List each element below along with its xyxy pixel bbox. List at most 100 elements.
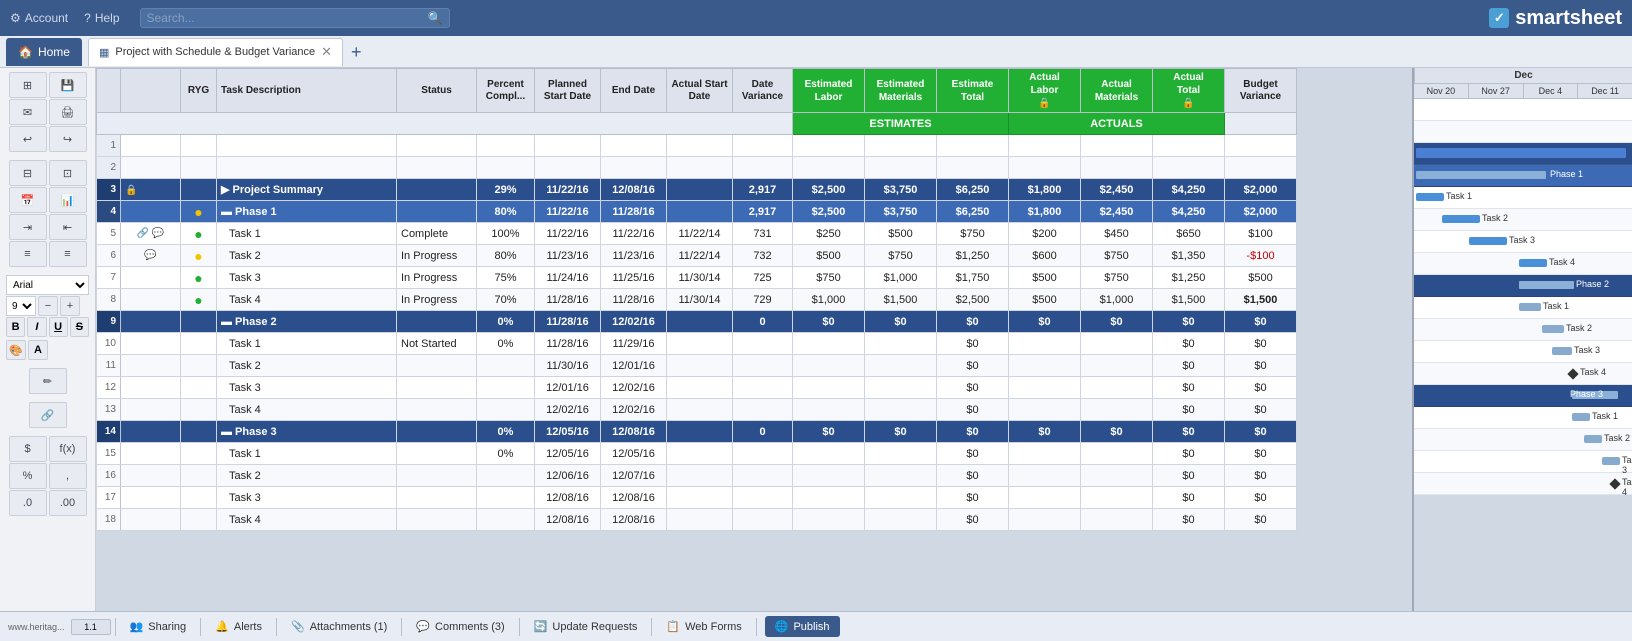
gantt-label-t3: Task 3	[1509, 235, 1535, 245]
table-row[interactable]: 10 Task 1 Not Started 0% 11/28/16 11/29/…	[97, 333, 1297, 355]
help-menu[interactable]: ? Help	[84, 11, 119, 25]
account-menu[interactable]: ⚙ Account	[10, 11, 68, 25]
gantt-row-p2t3: Task 3	[1414, 341, 1632, 363]
italic-button[interactable]: I	[27, 317, 46, 337]
table-row[interactable]: 16 Task 2 12/06/16 12/07/16 $0 $0 $0	[97, 465, 1297, 487]
row-num: 4	[97, 201, 121, 223]
gantt-bar-p3t3	[1602, 457, 1620, 465]
budget-variance: $2,000	[1225, 201, 1297, 223]
actual-total: $1,250	[1153, 267, 1225, 289]
table-wrapper[interactable]: RYG Task Description Status PercentCompl…	[96, 68, 1412, 611]
date-variance: 2,917	[733, 201, 793, 223]
search-input[interactable]	[147, 11, 428, 25]
table-row[interactable]: 18 Task 4 12/08/16 12/08/16 $0 $0 $0	[97, 509, 1297, 531]
formula-button[interactable]: f(x)	[49, 436, 87, 462]
project-summary-row[interactable]: 3 🔒 ▶ Project Summary 29% 11/22/16 12/08…	[97, 179, 1297, 201]
gantt-label-phase2: Phase 2	[1576, 279, 1609, 289]
search-bar[interactable]: 🔍	[140, 8, 450, 28]
table-row[interactable]: 13 Task 4 12/02/16 12/02/16 $0 $0 $0	[97, 399, 1297, 421]
est-labor: $250	[793, 223, 865, 245]
strikethrough-button[interactable]: S	[70, 317, 89, 337]
table-row[interactable]: 11 Task 2 11/30/16 12/01/16 $0 $0 $0	[97, 355, 1297, 377]
gantt-bar-p2t1	[1519, 303, 1541, 311]
undo-button[interactable]: ↩	[9, 126, 47, 152]
gantt-bar-t4	[1519, 259, 1547, 267]
publish-icon: 🌐	[775, 620, 789, 633]
color-fill-button[interactable]: 🎨	[6, 340, 26, 360]
publish-tab[interactable]: 🌐 Publish	[765, 616, 840, 637]
currency-button[interactable]: $	[9, 436, 47, 462]
underline-button[interactable]: U	[49, 317, 68, 337]
pencil-button[interactable]: ✏	[29, 368, 67, 394]
end-date: 11/23/16	[601, 245, 667, 267]
table-view-button[interactable]: ⊟	[9, 160, 47, 186]
indent-button[interactable]: ⇥	[9, 214, 47, 240]
font-selector[interactable]: Arial	[6, 275, 89, 295]
pct: 80%	[477, 201, 535, 223]
email-button[interactable]: ✉	[9, 99, 47, 125]
print-button[interactable]: 🖨	[49, 99, 87, 125]
gantt-row-project-summary	[1414, 143, 1632, 165]
comma-button[interactable]: ,	[49, 463, 87, 489]
gantt-label-t4: Task 4	[1549, 257, 1575, 267]
task-label: Task 1	[217, 333, 397, 355]
phase1-row[interactable]: 4 ● ▬ Phase 1 80% 11/22/16 11/28/16 2,91…	[97, 201, 1297, 223]
align-left-button[interactable]: ≡	[9, 241, 47, 267]
decimal-decrease[interactable]: .0	[9, 490, 47, 516]
account-icon: ⚙	[10, 11, 21, 25]
est-materials: $3,750	[865, 201, 937, 223]
text-color-button[interactable]: A	[28, 340, 48, 360]
attachments-tab[interactable]: 📎 Attachments (1)	[281, 616, 397, 637]
gantt-button[interactable]: 📊	[49, 187, 87, 213]
table-row[interactable]: 6 💬 ● Task 2 In Progress 80% 11/23/16 11…	[97, 245, 1297, 267]
align-right-button[interactable]: ≡	[49, 241, 87, 267]
sharing-label: Sharing	[148, 621, 186, 633]
est-materials: $3,750	[865, 179, 937, 201]
table-row[interactable]: 8 ● Task 4 In Progress 70% 11/28/16 11/2…	[97, 289, 1297, 311]
font-size-increase[interactable]: +	[60, 296, 80, 316]
percent-button[interactable]: %	[9, 463, 47, 489]
phase2-row[interactable]: 9 ▬ Phase 2 0% 11/28/16 12/02/16 0 $0 $0…	[97, 311, 1297, 333]
grid-view-button[interactable]: ⊞	[9, 72, 47, 98]
actual-labor: $1,800	[1009, 201, 1081, 223]
outdent-button[interactable]: ⇤	[49, 214, 87, 240]
web-forms-tab[interactable]: 📋 Web Forms	[656, 616, 751, 637]
tab-home[interactable]: 🏠 Home	[6, 38, 82, 66]
actual-total: $4,250	[1153, 179, 1225, 201]
table-row[interactable]: 7 ● Task 3 In Progress 75% 11/24/16 11/2…	[97, 267, 1297, 289]
est-total: $2,500	[937, 289, 1009, 311]
bold-button[interactable]: B	[6, 317, 25, 337]
font-size-selector[interactable]: 9	[6, 296, 36, 316]
save-button[interactable]: 💾	[49, 72, 87, 98]
ryg-dot: ●	[181, 289, 217, 311]
calendar-button[interactable]: 📅	[9, 187, 47, 213]
tab-close-icon[interactable]: ✕	[321, 44, 332, 60]
date-variance: 729	[733, 289, 793, 311]
alerts-tab[interactable]: 🔔 Alerts	[205, 616, 272, 637]
table-row[interactable]: 17 Task 3 12/08/16 12/08/16 $0 $0 $0	[97, 487, 1297, 509]
sharing-tab[interactable]: 👥 Sharing	[120, 616, 197, 637]
link-button[interactable]: 🔗	[29, 402, 67, 428]
table-row[interactable]: 15 Task 1 0% 12/05/16 12/05/16 $0 $0 $0	[97, 443, 1297, 465]
gantt-label-p3t1: Task 1	[1592, 411, 1618, 421]
table-row[interactable]: 12 Task 3 12/01/16 12/02/16 $0 $0 $0	[97, 377, 1297, 399]
ryg-dot: ●	[181, 267, 217, 289]
pct: 75%	[477, 267, 535, 289]
gantt-label-t2: Task 2	[1482, 213, 1508, 223]
gantt-label-phase3: Phase 3	[1570, 389, 1603, 399]
card-view-button[interactable]: ⊡	[49, 160, 87, 186]
font-size-decrease[interactable]: −	[38, 296, 58, 316]
update-requests-tab[interactable]: 🔄 Update Requests	[524, 616, 648, 637]
decimal-increase[interactable]: .00	[49, 490, 87, 516]
actual-start: 11/30/14	[667, 267, 733, 289]
actual-start: 11/22/14	[667, 223, 733, 245]
phase3-row[interactable]: 14 ▬ Phase 3 0% 12/05/16 12/08/16 0 $0 $…	[97, 421, 1297, 443]
tab-project[interactable]: ▦ Project with Schedule & Budget Varianc…	[88, 38, 343, 66]
gantt-month-header: Dec	[1414, 68, 1632, 84]
add-tab-button[interactable]: +	[345, 43, 368, 61]
redo-button[interactable]: ↪	[49, 126, 87, 152]
comments-tab[interactable]: 💬 Comments (3)	[406, 616, 514, 637]
gantt-bar-t3	[1469, 237, 1507, 245]
est-total: $6,250	[937, 201, 1009, 223]
table-row[interactable]: 5 🔗 💬 ● Task 1 Complete 100% 11/22/16 11…	[97, 223, 1297, 245]
